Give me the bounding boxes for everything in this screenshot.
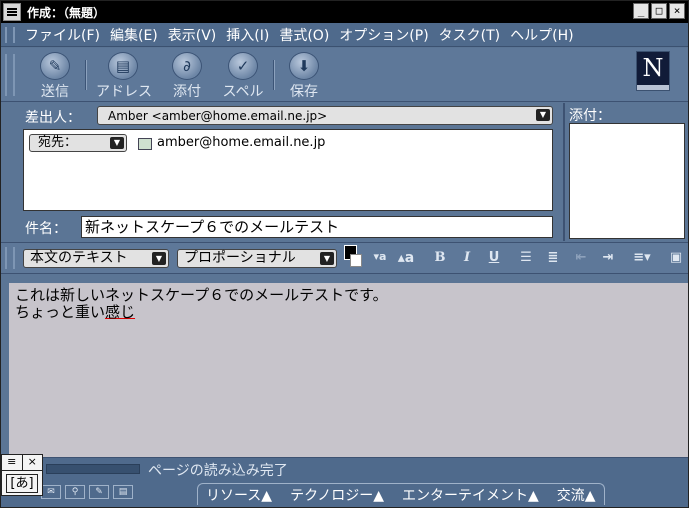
window-title: 作成：（無題） bbox=[27, 5, 106, 20]
indent-icon[interactable]: ⇥ bbox=[599, 250, 617, 265]
chevron-down-icon: ▼ bbox=[152, 252, 166, 265]
insert-image-icon[interactable]: ▣ bbox=[667, 250, 685, 265]
menu-help[interactable]: ヘルプ(H) bbox=[510, 25, 573, 45]
attach-button[interactable]: ∂ 添付 bbox=[160, 52, 214, 100]
close-button[interactable]: × bbox=[669, 3, 685, 19]
spelling-error: 感じ bbox=[105, 303, 136, 321]
recipient-list[interactable]: 宛先： ▼ amber@home.email.ne.jp bbox=[23, 129, 553, 211]
tab-interaction[interactable]: 交流▲ bbox=[557, 485, 596, 505]
menu-insert[interactable]: 挿入(I) bbox=[226, 25, 269, 45]
menu-tasks[interactable]: タスク(T) bbox=[439, 25, 500, 45]
address-card-icon bbox=[138, 138, 152, 150]
status-bar: ページの読み込み完了 bbox=[1, 457, 688, 479]
body-line: これは新しいネットスケープ６でのメールテストです。 bbox=[15, 286, 388, 304]
from-select[interactable]: Amber <amber@home.email.ne.jp> ▼ bbox=[97, 106, 553, 125]
save-icon: ⬇ bbox=[289, 52, 319, 80]
send-icon: ✎ bbox=[40, 52, 70, 80]
tab-technology[interactable]: テクノロジー▲ bbox=[290, 485, 384, 505]
paperclip-icon: ∂ bbox=[172, 52, 202, 80]
title-bar: 作成：（無題） _ □ × bbox=[1, 1, 688, 23]
numbered-list-icon[interactable]: ≣ bbox=[544, 250, 562, 265]
menubar-grip[interactable] bbox=[5, 27, 15, 43]
compose-window: 作成：（無題） _ □ × ファイル(F) 編集(E) 表示(V) 挿入(I) … bbox=[0, 0, 689, 508]
toolbar-grip[interactable] bbox=[5, 54, 15, 96]
align-icon[interactable]: ≡▾ bbox=[633, 250, 651, 265]
address-book-icon: ▤ bbox=[108, 52, 138, 80]
ime-menu-icon[interactable]: ≡ bbox=[2, 455, 23, 470]
status-text: ページの読み込み完了 bbox=[148, 463, 288, 479]
menu-edit[interactable]: 編集(E) bbox=[110, 25, 158, 45]
text-color-picker[interactable] bbox=[344, 245, 362, 267]
bullet-list-icon[interactable]: ☰ bbox=[517, 250, 535, 265]
menu-view[interactable]: 表示(V) bbox=[168, 25, 217, 45]
body-line: ちょっと重い感じ bbox=[15, 303, 136, 321]
tab-entertainment[interactable]: エンターテイメント▲ bbox=[402, 485, 539, 505]
ime-palette: ≡ × [あ] bbox=[1, 454, 43, 496]
menu-options[interactable]: オプション(P) bbox=[339, 25, 428, 45]
background-color-swatch[interactable] bbox=[350, 254, 362, 267]
outdent-icon[interactable]: ⇤ bbox=[572, 250, 590, 265]
send-button[interactable]: ✎ 送信 bbox=[28, 52, 82, 100]
font-select[interactable]: プロポーショナル ▼ bbox=[177, 249, 337, 268]
progress-bar bbox=[46, 464, 140, 474]
paragraph-style-select[interactable]: 本文のテキスト ▼ bbox=[23, 249, 169, 268]
system-menu-button[interactable] bbox=[3, 3, 21, 21]
underline-button[interactable]: U bbox=[485, 250, 503, 265]
from-label: 差出人： bbox=[25, 110, 81, 126]
ime-close-icon[interactable]: × bbox=[23, 455, 43, 470]
attachment-list[interactable] bbox=[569, 123, 685, 239]
menu-icon bbox=[7, 11, 17, 13]
composer-icon[interactable]: ✎ bbox=[89, 485, 109, 499]
spellcheck-icon: ✓ bbox=[228, 52, 258, 80]
message-body[interactable]: これは新しいネットスケープ６でのメールテストです。 ちょっと重い感じ bbox=[9, 283, 688, 457]
increase-font-size-icon[interactable]: ▴a bbox=[397, 250, 415, 266]
spell-button[interactable]: ✓ スペル bbox=[216, 52, 270, 100]
address-button[interactable]: ▤ アドレス bbox=[96, 52, 152, 100]
menu-bar: ファイル(F) 編集(E) 表示(V) 挿入(I) 書式(O) オプション(P)… bbox=[1, 23, 688, 47]
menu-format[interactable]: 書式(O) bbox=[279, 25, 329, 45]
subject-label: 件名： bbox=[25, 221, 67, 237]
mail-icon[interactable]: ✉ bbox=[41, 485, 61, 499]
minimize-button[interactable]: _ bbox=[633, 3, 649, 19]
chevron-down-icon: ▼ bbox=[320, 252, 334, 265]
format-toolbar-grip[interactable] bbox=[5, 247, 15, 269]
tab-resources[interactable]: リソース▲ bbox=[206, 485, 272, 505]
chevron-down-icon: ▼ bbox=[536, 109, 550, 121]
recipient-address[interactable]: amber@home.email.ne.jp bbox=[157, 135, 325, 150]
netscape-logo: N bbox=[636, 51, 670, 91]
recipient-type-select[interactable]: 宛先： ▼ bbox=[29, 134, 127, 152]
menu-file[interactable]: ファイル(F) bbox=[25, 25, 100, 45]
component-bar: ✉ ⚲ ✎ ▤ リソース▲ テクノロジー▲ エンターテイメント▲ 交流▲ bbox=[1, 479, 688, 507]
address-book-icon[interactable]: ▤ bbox=[113, 485, 133, 499]
save-button[interactable]: ⬇ 保存 bbox=[277, 52, 331, 100]
italic-button[interactable]: I bbox=[458, 250, 476, 265]
sidebar-tabs: リソース▲ テクノロジー▲ エンターテイメント▲ 交流▲ bbox=[197, 483, 605, 505]
ime-mode-button[interactable]: [あ] bbox=[6, 474, 38, 493]
subject-input[interactable]: 新ネットスケープ６でのメールテスト bbox=[81, 216, 553, 238]
chevron-down-icon: ▼ bbox=[110, 137, 124, 149]
attach-label: 添付： bbox=[569, 108, 611, 124]
main-toolbar: ✎ 送信 ▤ アドレス ∂ 添付 ✓ スペル ⬇ 保存 N bbox=[1, 48, 688, 102]
maximize-button[interactable]: □ bbox=[651, 3, 667, 19]
bold-button[interactable]: B bbox=[431, 250, 449, 265]
decrease-font-size-icon[interactable]: ▾a bbox=[371, 250, 389, 263]
navigator-icon[interactable]: ⚲ bbox=[65, 485, 85, 499]
